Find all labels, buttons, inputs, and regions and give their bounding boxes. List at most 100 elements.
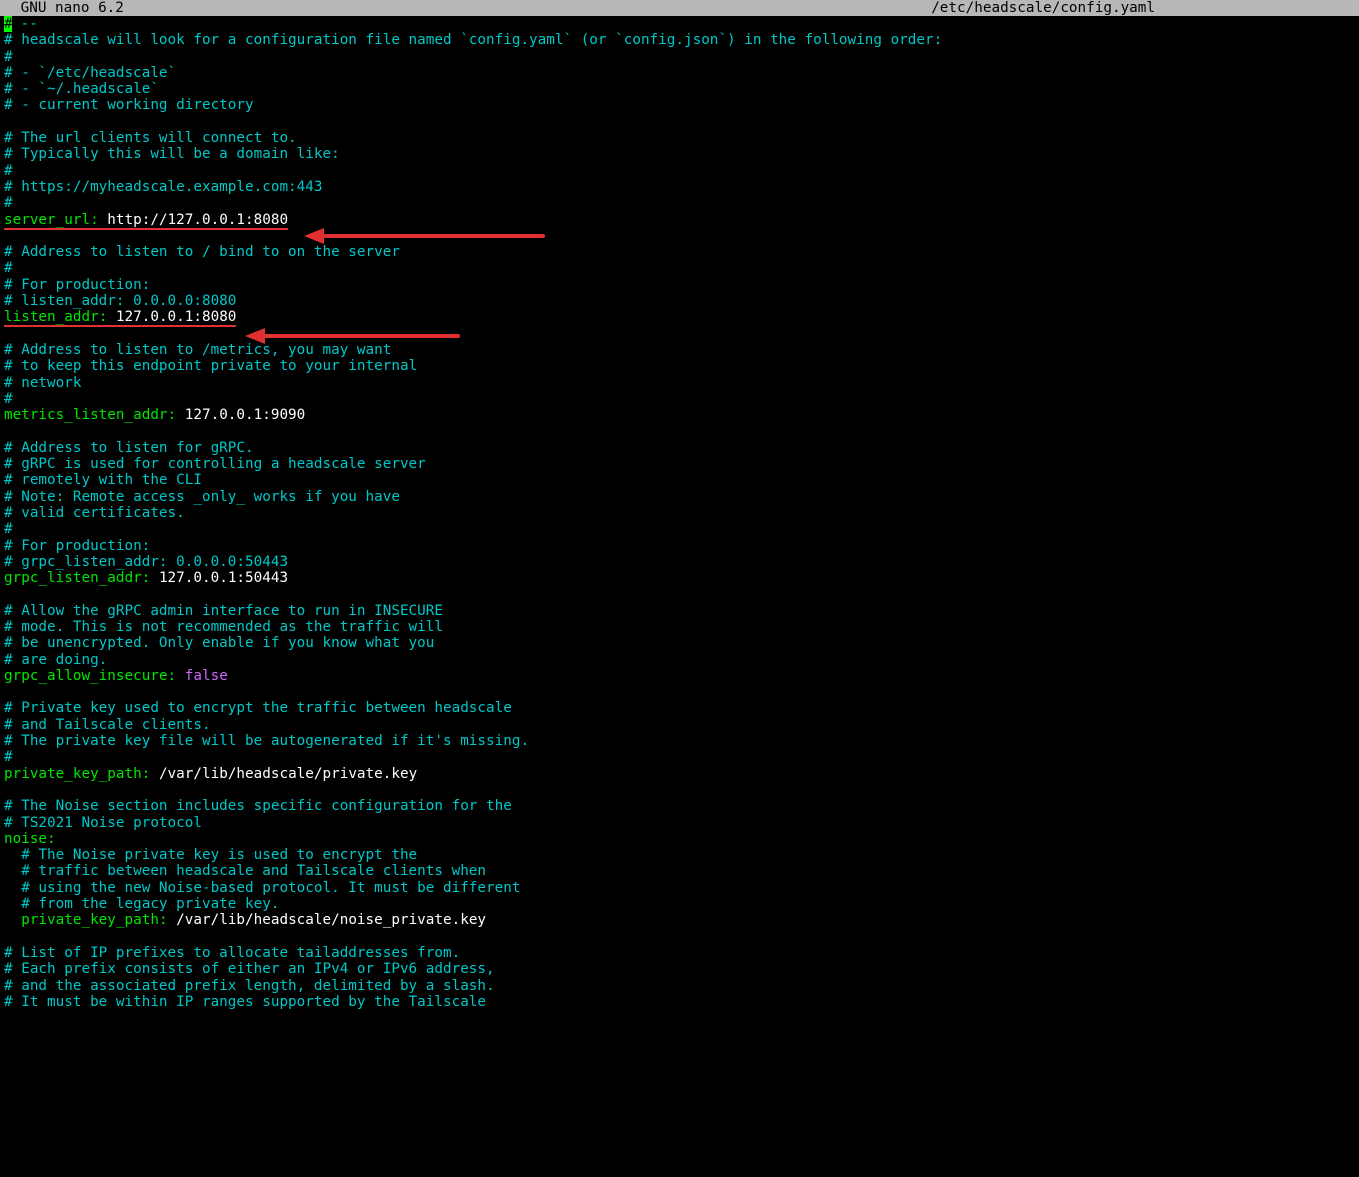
editor-line[interactable]: # List of IP prefixes to allocate tailad… xyxy=(4,945,1355,961)
yaml-key: grpc_allow_insecure xyxy=(4,668,168,684)
editor-line[interactable]: # - `~/.headscale` xyxy=(4,81,1355,97)
editor-line[interactable]: # The url clients will connect to. xyxy=(4,130,1355,146)
editor-line[interactable]: listen_addr: 127.0.0.1:8080 xyxy=(4,309,1355,325)
comment-text: -- xyxy=(12,16,38,32)
editor-line[interactable]: # xyxy=(4,391,1355,407)
editor-line[interactable]: # Address to listen to / bind to on the … xyxy=(4,244,1355,260)
editor-line[interactable]: # xyxy=(4,260,1355,276)
yaml-key: private_key_path xyxy=(4,766,142,782)
editor-line[interactable]: # TS2021 Noise protocol xyxy=(4,815,1355,831)
editor-line[interactable]: private_key_path: /var/lib/headscale/pri… xyxy=(4,766,1355,782)
editor-line[interactable] xyxy=(4,586,1355,602)
editor-line[interactable]: # Private key used to encrypt the traffi… xyxy=(4,700,1355,716)
editor-line[interactable]: # Each prefix consists of either an IPv4… xyxy=(4,961,1355,977)
editor-line[interactable]: # It must be within IP ranges supported … xyxy=(4,994,1355,1010)
comment-text: # Address to listen to /metrics, you may… xyxy=(4,342,391,358)
comment-text: # gRPC is used for controlling a headsca… xyxy=(4,456,426,472)
comment-text: # Address to listen to / bind to on the … xyxy=(4,244,400,260)
comment-text: # The Noise section includes specific co… xyxy=(4,798,512,814)
editor-line[interactable]: # mode. This is not recommended as the t… xyxy=(4,619,1355,635)
comment-text: # and the associated prefix length, deli… xyxy=(4,978,495,994)
comment-text: # For production: xyxy=(4,538,150,554)
editor-line[interactable]: # The Noise private key is used to encry… xyxy=(4,847,1355,863)
editor-line[interactable]: # - current working directory xyxy=(4,97,1355,113)
comment-text: # xyxy=(4,260,13,276)
editor-line[interactable]: # https://myheadscale.example.com:443 xyxy=(4,179,1355,195)
editor-line[interactable]: # The private key file will be autogener… xyxy=(4,733,1355,749)
editor-line[interactable]: # headscale will look for a configuratio… xyxy=(4,32,1355,48)
yaml-value: http://127.0.0.1:8080 xyxy=(107,212,288,228)
yaml-key: private_key_path xyxy=(21,912,159,928)
comment-text: # Address to listen for gRPC. xyxy=(4,440,254,456)
editor-line[interactable]: # -- xyxy=(4,16,1355,32)
yaml-keyvalue: private_key_path: /var/lib/headscale/pri… xyxy=(4,766,417,782)
yaml-key: noise xyxy=(4,831,47,847)
comment-text: # TS2021 Noise protocol xyxy=(4,815,202,831)
editor-line[interactable]: # to keep this endpoint private to your … xyxy=(4,358,1355,374)
comment-text: # Allow the gRPC admin interface to run … xyxy=(4,603,443,619)
editor-line[interactable] xyxy=(4,326,1355,342)
editor-line[interactable]: # xyxy=(4,49,1355,65)
yaml-key: grpc_listen_addr xyxy=(4,570,142,586)
editor-line[interactable]: # For production: xyxy=(4,538,1355,554)
editor-line[interactable]: # traffic between headscale and Tailscal… xyxy=(4,863,1355,879)
editor-line[interactable]: # valid certificates. xyxy=(4,505,1355,521)
editor-line[interactable] xyxy=(4,114,1355,130)
editor-line[interactable]: # Allow the gRPC admin interface to run … xyxy=(4,603,1355,619)
editor-line[interactable]: # and the associated prefix length, deli… xyxy=(4,978,1355,994)
editor-line[interactable]: # The Noise section includes specific co… xyxy=(4,798,1355,814)
editor-line[interactable]: # network xyxy=(4,375,1355,391)
comment-text: # https://myheadscale.example.com:443 xyxy=(4,179,322,195)
comment-text: # and Tailscale clients. xyxy=(4,717,211,733)
editor-line[interactable]: noise: xyxy=(4,831,1355,847)
editor-line[interactable]: # xyxy=(4,521,1355,537)
editor-line[interactable]: # - `/etc/headscale` xyxy=(4,65,1355,81)
yaml-key: metrics_listen_addr xyxy=(4,407,168,423)
comment-text: # valid certificates. xyxy=(4,505,185,521)
editor-line[interactable]: # Address to listen for gRPC. xyxy=(4,440,1355,456)
comment-text: # remotely with the CLI xyxy=(4,472,202,488)
editor-line[interactable]: # grpc_listen_addr: 0.0.0.0:50443 xyxy=(4,554,1355,570)
editor-line[interactable]: # Address to listen to /metrics, you may… xyxy=(4,342,1355,358)
editor-line[interactable] xyxy=(4,684,1355,700)
comment-text: # be unencrypted. Only enable if you kno… xyxy=(4,635,434,651)
yaml-value: 127.0.0.1:50443 xyxy=(159,570,288,586)
editor-line[interactable]: server_url: http://127.0.0.1:8080 xyxy=(4,212,1355,228)
editor-line[interactable]: # Typically this will be a domain like: xyxy=(4,146,1355,162)
yaml-value-bool: false xyxy=(185,668,228,684)
editor-line[interactable]: # remotely with the CLI xyxy=(4,472,1355,488)
editor-line[interactable]: private_key_path: /var/lib/headscale/noi… xyxy=(4,912,1355,928)
editor-line[interactable] xyxy=(4,423,1355,439)
comment-text: # are doing. xyxy=(4,652,107,668)
comment-text: # traffic between headscale and Tailscal… xyxy=(4,863,486,879)
editor-line[interactable]: # xyxy=(4,163,1355,179)
editor-line[interactable]: # xyxy=(4,749,1355,765)
editor-line[interactable]: # from the legacy private key. xyxy=(4,896,1355,912)
editor-line[interactable]: # using the new Noise-based protocol. It… xyxy=(4,880,1355,896)
editor-line[interactable] xyxy=(4,228,1355,244)
editor-line[interactable]: # be unencrypted. Only enable if you kno… xyxy=(4,635,1355,651)
editor-line[interactable] xyxy=(4,782,1355,798)
comment-text: # - `~/.headscale` xyxy=(4,81,159,97)
comment-text: # Private key used to encrypt the traffi… xyxy=(4,700,512,716)
editor-line[interactable]: # and Tailscale clients. xyxy=(4,717,1355,733)
yaml-keyvalue: grpc_listen_addr: 127.0.0.1:50443 xyxy=(4,570,288,586)
editor-line[interactable]: # For production: xyxy=(4,277,1355,293)
comment-text: # network xyxy=(4,375,81,391)
editor-line[interactable]: # listen_addr: 0.0.0.0:8080 xyxy=(4,293,1355,309)
comment-text: # listen_addr: 0.0.0.0:8080 xyxy=(4,293,236,309)
editor-line[interactable]: # Note: Remote access _only_ works if yo… xyxy=(4,489,1355,505)
editor-line[interactable]: grpc_allow_insecure: false xyxy=(4,668,1355,684)
editor-line[interactable]: metrics_listen_addr: 127.0.0.1:9090 xyxy=(4,407,1355,423)
editor-line[interactable]: grpc_listen_addr: 127.0.0.1:50443 xyxy=(4,570,1355,586)
editor-line[interactable]: # gRPC is used for controlling a headsca… xyxy=(4,456,1355,472)
yaml-keyvalue: listen_addr: 127.0.0.1:8080 xyxy=(4,309,236,327)
nano-editor-body[interactable]: # --# headscale will look for a configur… xyxy=(0,16,1359,1010)
yaml-value: 127.0.0.1:9090 xyxy=(185,407,306,423)
editor-line[interactable] xyxy=(4,929,1355,945)
comment-text: # - current working directory xyxy=(4,97,254,113)
editor-line[interactable]: # are doing. xyxy=(4,652,1355,668)
comment-text: # List of IP prefixes to allocate tailad… xyxy=(4,945,460,961)
yaml-keyvalue: metrics_listen_addr: 127.0.0.1:9090 xyxy=(4,407,305,423)
editor-line[interactable]: # xyxy=(4,195,1355,211)
